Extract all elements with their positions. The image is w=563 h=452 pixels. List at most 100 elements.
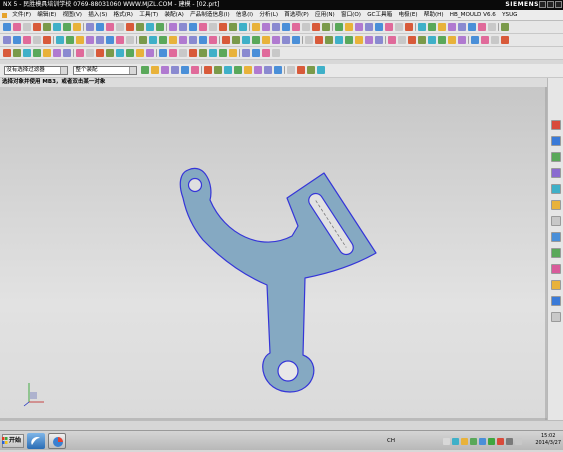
toolbar-tool-icon[interactable] (116, 36, 124, 44)
toolbar-tool-icon[interactable] (305, 36, 313, 44)
taskbar-app-nx[interactable] (27, 433, 45, 449)
toolbar-tool-icon[interactable] (335, 23, 343, 31)
toolbar-tool-icon[interactable] (150, 66, 159, 74)
toolbar-tool-icon[interactable] (243, 66, 252, 74)
toolbar-tool-icon[interactable] (491, 36, 499, 44)
toolbar-tool-icon[interactable] (53, 23, 61, 31)
toolbar-tool-icon[interactable] (405, 23, 413, 31)
toolbar-tool-icon[interactable] (13, 49, 21, 57)
resource-bar-tab[interactable] (551, 184, 561, 194)
toolbar-tool-icon[interactable] (448, 36, 456, 44)
toolbar-tool-icon[interactable] (418, 36, 426, 44)
toolbar-tool-icon[interactable] (229, 23, 237, 31)
toolbar-tool-icon[interactable] (365, 36, 373, 44)
toolbar-tool-icon[interactable] (501, 23, 509, 31)
toolbar-tool-icon[interactable] (239, 23, 247, 31)
menu-information[interactable]: 信息(I) (234, 10, 255, 21)
toolbar-tool-icon[interactable] (292, 36, 300, 44)
minimize-button[interactable] (539, 1, 546, 8)
toolbar-tool-icon[interactable] (219, 49, 227, 57)
hole-top-left[interactable] (187, 177, 203, 193)
toolbar-tool-icon[interactable] (160, 66, 169, 74)
toolbar-tool-icon[interactable] (345, 23, 353, 31)
toolbar-tool-icon[interactable] (86, 23, 94, 31)
menu-format[interactable]: 格式(R) (112, 10, 135, 21)
menu-gc-toolkit[interactable]: GC工具箱 (365, 10, 394, 21)
toolbar-tool-icon[interactable] (296, 66, 305, 74)
toolbar-tool-icon[interactable] (223, 66, 232, 74)
tray-icon[interactable] (479, 438, 486, 445)
menu-help[interactable]: 帮助(H) (422, 10, 446, 21)
toolbar-tool-icon[interactable] (189, 23, 197, 31)
toolbar-tool-icon[interactable] (365, 23, 373, 31)
toolbar-tool-icon[interactable] (33, 36, 41, 44)
toolbar-tool-icon[interactable] (273, 66, 282, 74)
close-button[interactable] (555, 1, 562, 8)
resource-bar-tab[interactable] (551, 136, 561, 146)
toolbar-tool-icon[interactable] (242, 36, 250, 44)
toolbar-tool-icon[interactable] (156, 23, 164, 31)
selection-scope-select[interactable]: 整个装配 (73, 66, 138, 75)
toolbar-tool-icon[interactable] (203, 66, 212, 74)
toolbar-tool-icon[interactable] (478, 23, 486, 31)
menu-application[interactable]: 应用(N) (313, 10, 337, 21)
toolbar-tool-icon[interactable] (23, 49, 31, 57)
toolbar-tool-icon[interactable] (86, 49, 94, 57)
toolbar-tool-icon[interactable] (199, 23, 207, 31)
toolbar-tool-icon[interactable] (395, 23, 403, 31)
toolbar-tool-icon[interactable] (179, 36, 187, 44)
menu-tools[interactable]: 工具(T) (137, 10, 160, 21)
toolbar-tool-icon[interactable] (262, 36, 270, 44)
toolbar-tool-icon[interactable] (345, 36, 353, 44)
resource-bar-tab[interactable] (551, 248, 561, 258)
toolbar-tool-icon[interactable] (335, 36, 343, 44)
resource-bar-tab[interactable] (551, 152, 561, 162)
tray-icon[interactable] (452, 438, 459, 445)
clock[interactable]: 15:02 2014/3/27 (535, 433, 561, 447)
menu-edit[interactable]: 编辑(E) (35, 10, 58, 21)
toolbar-tool-icon[interactable] (355, 23, 363, 31)
toolbar-tool-icon[interactable] (179, 49, 187, 57)
toolbar-tool-icon[interactable] (315, 36, 323, 44)
toolbar-tool-icon[interactable] (169, 23, 177, 31)
menu-preferences[interactable]: 首选项(P) (282, 10, 311, 21)
toolbar-tool-icon[interactable] (106, 49, 114, 57)
toolbar-tool-icon[interactable] (106, 36, 114, 44)
toolbar-tool-icon[interactable] (76, 49, 84, 57)
toolbar-tool-icon[interactable] (438, 23, 446, 31)
tray-icon[interactable] (515, 438, 522, 445)
toolbar-tool-icon[interactable] (189, 49, 197, 57)
maximize-button[interactable] (547, 1, 554, 8)
toolbar-tool-icon[interactable] (43, 23, 51, 31)
toolbar-tool-icon[interactable] (179, 23, 187, 31)
toolbar-tool-icon[interactable] (13, 36, 21, 44)
toolbar-tool-icon[interactable] (286, 66, 295, 74)
toolbar-tool-icon[interactable] (146, 49, 154, 57)
toolbar-tool-icon[interactable] (76, 36, 84, 44)
toolbar-tool-icon[interactable] (199, 49, 207, 57)
toolbar-tool-icon[interactable] (66, 36, 74, 44)
toolbar-tool-icon[interactable] (355, 36, 363, 44)
menu-insert[interactable]: 插入(S) (86, 10, 109, 21)
toolbar-tool-icon[interactable] (96, 36, 104, 44)
toolbar-tool-icon[interactable] (126, 49, 134, 57)
toolbar-tool-icon[interactable] (292, 23, 300, 31)
tray-icon[interactable] (488, 438, 495, 445)
toolbar-tool-icon[interactable] (3, 49, 11, 57)
toolbar-tool-icon[interactable] (3, 36, 11, 44)
toolbar-tool-icon[interactable] (13, 23, 21, 31)
toolbar-tool-icon[interactable] (23, 23, 31, 31)
toolbar-tool-icon[interactable] (96, 49, 104, 57)
toolbar-tool-icon[interactable] (180, 66, 189, 74)
resource-bar-tab[interactable] (551, 280, 561, 290)
toolbar-tool-icon[interactable] (73, 23, 81, 31)
toolbar-tool-icon[interactable] (43, 36, 51, 44)
toolbar-tool-icon[interactable] (169, 36, 177, 44)
toolbar-tool-icon[interactable] (458, 23, 466, 31)
resource-bar-tab[interactable] (551, 296, 561, 306)
toolbar-tool-icon[interactable] (262, 49, 270, 57)
toolbar-tool-icon[interactable] (23, 36, 31, 44)
toolbar-tool-icon[interactable] (488, 23, 496, 31)
toolbar-tool-icon[interactable] (170, 66, 179, 74)
resource-bar-tab[interactable] (551, 232, 561, 242)
